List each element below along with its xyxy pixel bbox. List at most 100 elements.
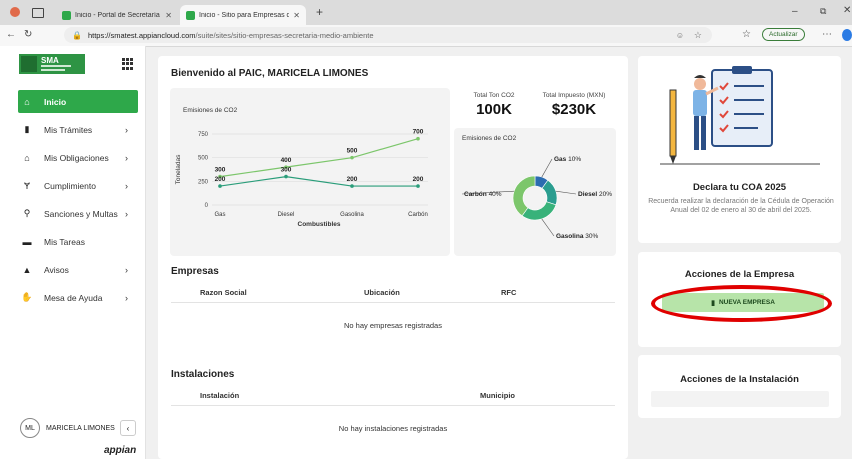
update-browser-button[interactable]: Actualizar [762,28,805,41]
close-window-icon[interactable]: ✕ [843,5,851,16]
data-point [350,184,354,188]
favorite-star-icon[interactable]: ☆ [694,30,702,41]
favorites-icon[interactable]: ☆ [742,29,751,40]
x-tick-label: Gas [214,212,225,218]
sidebar-item-label: Cumplimiento [44,180,96,191]
restore-icon[interactable]: ⧉ [820,6,826,17]
copilot-icon[interactable] [842,29,852,41]
kpi-total-impuesto: Total Impuesto (MXN) $230K [536,92,612,118]
leader-line [541,158,553,178]
sidebar-item-mesa-de-ayuda[interactable]: ✋ Mesa de Ayuda › [18,286,138,309]
x-axis-label: Combustibles [298,221,341,228]
user-name: MARICELA LIMONES [46,424,115,432]
refresh-icon[interactable]: ↻ [24,29,32,40]
y-tick-label: 0 [205,203,209,209]
sidebar-item-sanciones[interactable]: ⚲ Sanciones y Multas › [18,202,138,225]
highlight-annotation-ring [651,285,832,322]
browser-tab-bar: Inicio - Portal de Secretaría de Me ✕ In… [0,0,852,25]
more-menu-icon[interactable]: ⋯ [822,29,832,40]
sidebar-item-mis-tareas[interactable]: ▬ Mis Tareas [18,230,138,253]
chart-title: Emisiones de CO2 [462,135,517,142]
coa-title: Declara tu COA 2025 [692,182,787,193]
user-profile[interactable]: ML MARICELA LIMONES [20,418,115,438]
browser-tab-sitio[interactable]: Inicio - Sitio para Empresas de la ✕ [180,5,306,25]
sidebar-item-mis-tramites[interactable]: ▮ Mis Trámites › [18,118,138,141]
coa-description: Recuerda realizar la declaración de la C… [648,198,834,214]
column-header: Ubicación [364,288,400,297]
handshake-icon: ✋ [21,292,33,302]
update-label: Actualizar [769,31,798,38]
data-label: 500 [347,148,358,155]
reader-mode-icon[interactable]: ☺ [676,31,684,40]
empresa-actions-title: Acciones de la Empresa [684,269,795,280]
sidebar-item-label: Avisos [44,264,69,275]
data-point [284,174,288,179]
workspaces-icon[interactable] [32,8,44,18]
url-field[interactable]: 🔒 https://smatest.appiancloud.com/suite/… [64,27,712,43]
sma-logo[interactable]: SMA [19,54,85,74]
data-label: 700 [413,129,424,136]
sidebar-item-label: Inicio [44,96,67,107]
donut-chart-card: Emisiones de CO2 Gas 10% Diesel 20% Gasolin… [454,128,616,256]
data-point [350,155,354,160]
kpi-total-co2: Total Ton CO2 100K [464,92,524,118]
y-tick-label: 750 [198,132,209,138]
browser-tab-portal[interactable]: Inicio - Portal de Secretaría de Me ✕ [56,5,178,25]
fork-icon: Ɏ [23,180,30,191]
kpi-label: Total Impuesto (MXN) [542,92,606,99]
document-icon: ▮ [24,124,30,134]
kpi-value: 100K [476,101,512,118]
close-tab-icon[interactable]: ✕ [293,11,300,20]
y-axis-label: Toneladas [175,154,182,184]
profile-icon[interactable] [10,7,20,17]
y-tick-label: 500 [198,156,209,162]
sidebar-item-cumplimiento[interactable]: Ɏ Cumplimiento › [18,174,138,197]
sidebar-item-inicio[interactable]: ⌂ Inicio [18,90,138,113]
x-tick-label: Carbón [408,212,428,218]
sidebar-item-label: Mesa de Ayuda [44,292,103,303]
divider [171,302,615,303]
slice-label: Gas 10% [554,156,581,163]
donut-chart: Emisiones de CO2 Gas 10% Diesel 20% Gasolin… [461,135,612,240]
chevron-right-icon: › [125,180,128,191]
lock-icon: 🔒 [72,30,82,40]
appian-logo: appian [104,445,137,456]
sidebar-item-label: Mis Tareas [44,236,85,247]
minimize-icon[interactable]: – [792,6,798,17]
x-tick-label: Gasolina [340,212,364,218]
warning-icon: ▲ [22,264,32,275]
leader-line [541,218,555,237]
sidebar-item-label: Mis Obligaciones [44,152,109,163]
coa-illustration [660,66,820,165]
back-icon[interactable]: ← [6,29,16,40]
site-favicon-icon [186,10,195,20]
address-bar-row: ← ↻ 🔒 https://smatest.appiancloud.com/su… [0,25,852,47]
sidebar-item-mis-obligaciones[interactable]: ⌂ Mis Obligaciones › [18,146,138,169]
instalacion-actions-title: Acciones de la Instalación [680,374,799,385]
kpi-value: $230K [551,101,597,118]
coa-card: Declara tu COA 2025 Recuerda realizar la… [638,56,841,243]
close-tab-icon[interactable]: ✕ [165,11,172,20]
column-header: Razon Social [200,288,247,297]
leader-line [555,190,577,195]
chevron-right-icon: › [125,208,128,219]
instalaciones-title: Instalaciones [171,369,235,380]
slice-label: Gasolina 30% [556,233,598,240]
collapse-sidebar-button[interactable]: ‹ [120,420,136,436]
line-chart-card: Emisiones de CO2 0 250 500 750 Gas Diesel Gasol… [170,88,450,256]
home-icon: ⌂ [24,96,30,107]
data-label: 200 [347,176,358,183]
chevron-right-icon: › [125,264,128,275]
data-label: 400 [281,157,292,164]
sma-emblem-icon [21,56,37,72]
new-tab-icon[interactable]: + [316,5,323,19]
instalacion-actions-area [651,391,829,407]
sidebar-item-avisos[interactable]: ▲ Avisos › [18,258,138,281]
data-point [416,184,420,188]
chevron-right-icon: › [125,292,128,303]
chart-title: Emisiones de CO2 [183,107,238,114]
avatar: ML [20,418,40,438]
tab-title: Inicio - Sitio para Empresas de la [199,11,290,19]
apps-grid-icon[interactable] [122,58,134,70]
url-path: /suite/sites/sitio-empresas-secretaria-m… [195,30,374,40]
